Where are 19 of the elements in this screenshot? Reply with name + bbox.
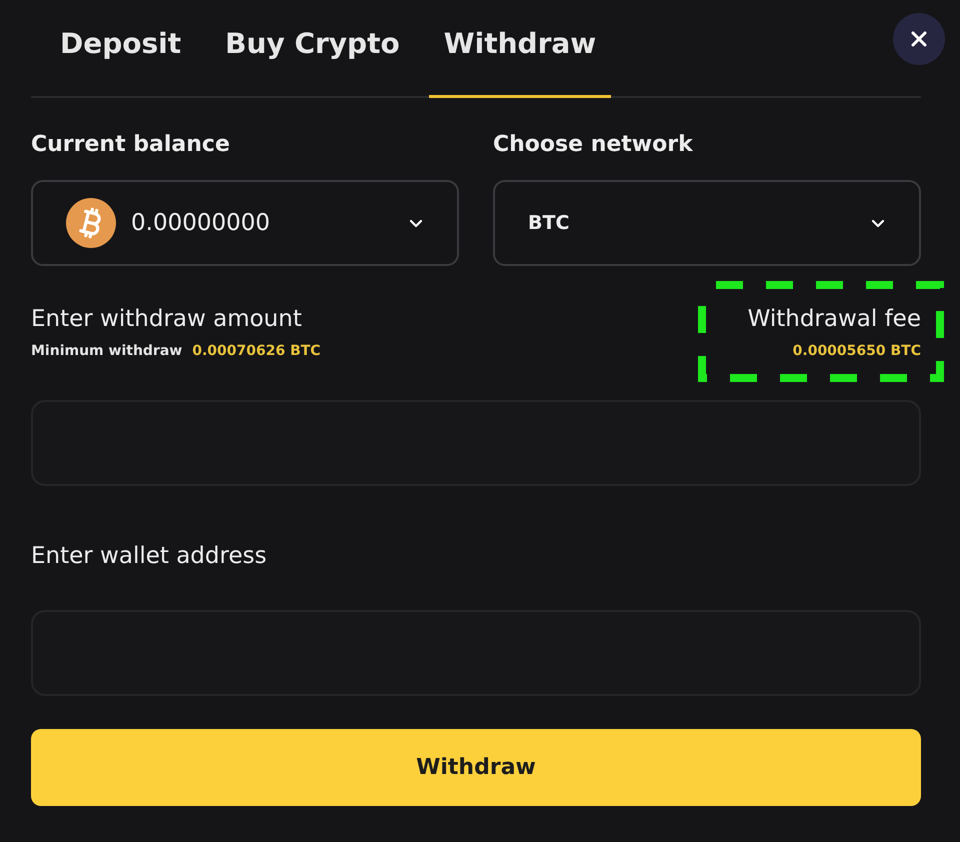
minimum-value: 0.00070626 BTC — [192, 342, 321, 361]
coin-icon — [66, 198, 116, 248]
network-dropdown[interactable]: BTC — [493, 180, 921, 266]
tab[interactable]: Withdraw — [428, 12, 612, 98]
tab[interactable]: Deposit — [45, 12, 196, 98]
chevron-down-icon — [409, 218, 423, 228]
fee-value: 0.00005650 BTC — [792, 342, 921, 361]
field-label: Enter withdraw amount — [31, 305, 302, 334]
field-label: Choose network — [493, 131, 693, 159]
close-icon — [911, 31, 927, 47]
fee-label: Withdrawal fee — [748, 305, 921, 334]
field-label: Current balance — [31, 131, 230, 159]
chevron-down-icon — [871, 218, 885, 228]
tab[interactable]: Buy Crypto — [210, 12, 415, 98]
minimum-label: Minimum withdraw — [31, 342, 182, 361]
balance-dropdown[interactable]: 0.00000000 — [31, 180, 459, 266]
field-label: Enter wallet address — [31, 542, 267, 571]
withdraw-button[interactable]: Withdraw — [31, 729, 921, 806]
close-button[interactable] — [893, 13, 945, 65]
